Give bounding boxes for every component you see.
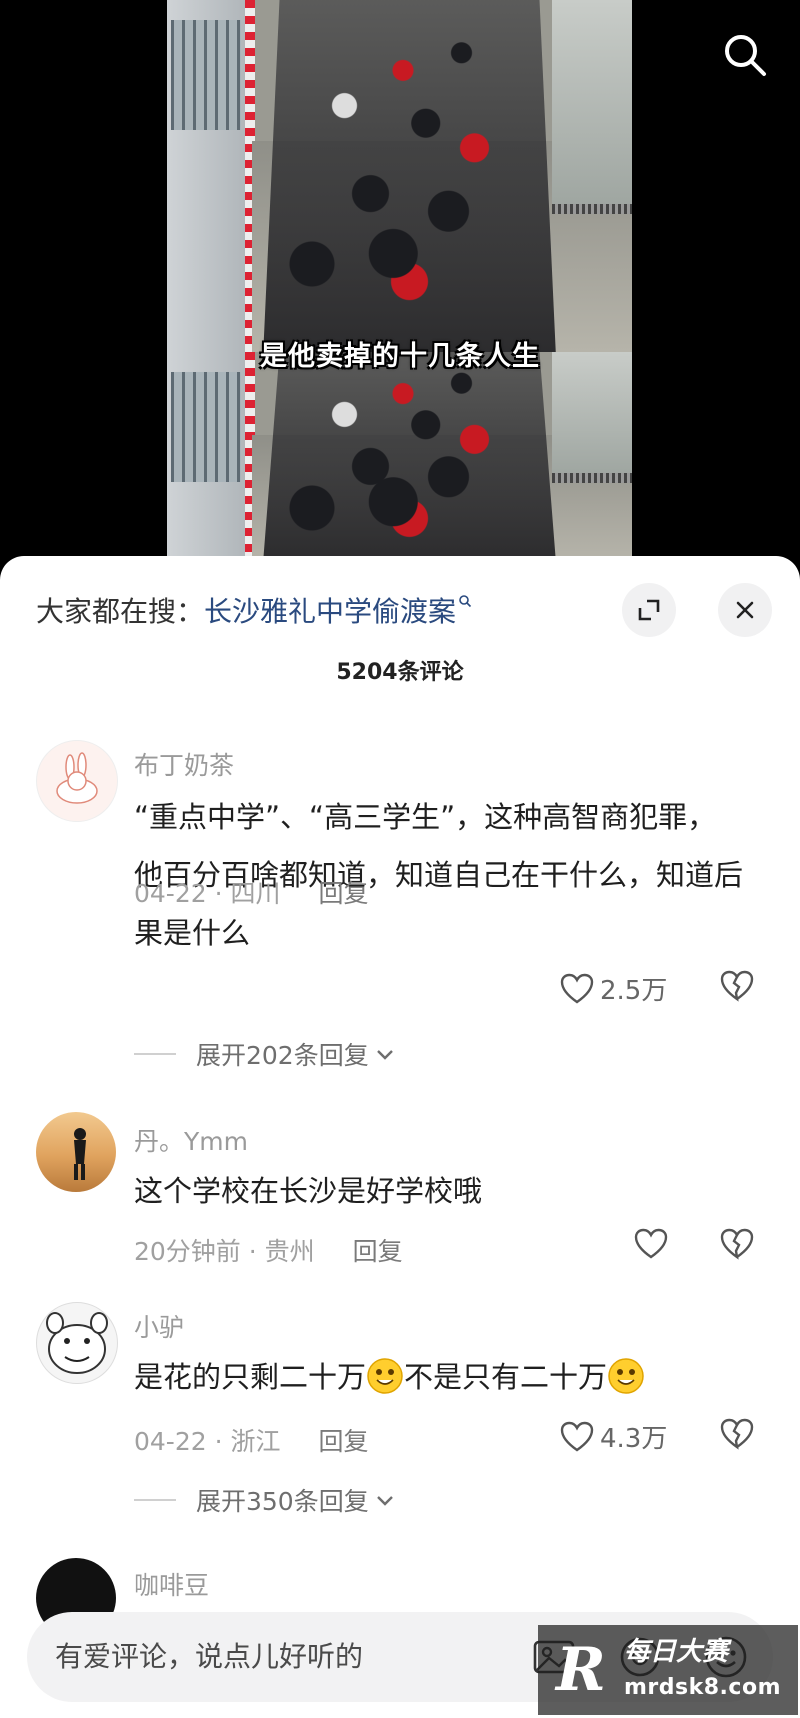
like-count: 2.5万 [600,976,668,1006]
expand-icon [638,599,660,621]
comment-meta: 04-22 · 四川 回复 [134,874,369,910]
comment-meta: 04-22 · 浙江 回复 [134,1422,369,1458]
like-count: 4.3万 [600,1424,668,1454]
comment-text: 是花的只剩二十万 不是只有二十万 [134,1348,744,1406]
dislike-button[interactable] [720,1418,754,1454]
search-small-icon [458,593,472,612]
trending-link[interactable]: 长沙雅礼中学偷渡案 [204,590,456,630]
heart-icon [634,1228,668,1259]
video-player[interactable]: 是他卖掉的十几条人生 [0,0,800,560]
smile-emoji-icon [366,1356,404,1394]
reply-button[interactable]: 回复 [319,874,369,910]
comment-count: 5204条评论 [336,660,464,685]
comment-text: 这个学校在长沙是好学校哦 [134,1174,483,1208]
avatar[interactable] [36,1302,118,1384]
smile-emoji-icon [607,1356,645,1394]
watermark-logo: R [556,1635,606,1705]
expand-replies[interactable]: 展开202条回复 [134,1036,397,1072]
like-button[interactable]: 2.5万 [560,970,667,1007]
reply-button[interactable]: 回复 [319,1422,369,1458]
trending-search: 大家都在搜： 长沙雅礼中学偷渡案 [36,586,472,634]
video-frame-top [167,0,632,352]
comment-sheet: 大家都在搜： 长沙雅礼中学偷渡案 5204条评论 布丁奶茶 “重点中学”、“高三… [0,556,800,1718]
close-button[interactable] [718,583,772,637]
comment-meta: 20分钟前 · 贵州 回复 [134,1232,403,1268]
close-icon [736,601,754,619]
chevron-down-icon [376,1050,393,1060]
heart-icon [560,1421,594,1451]
like-button[interactable]: 4.3万 [560,1418,667,1455]
chevron-down-icon [376,1496,393,1506]
video-frame-bottom [167,352,632,560]
expand-replies-label: 展开350条回复 [196,1487,369,1516]
comment-username[interactable]: 小驴 [134,1308,184,1344]
search-icon[interactable] [720,30,770,80]
watermark-url: mrdsk8.com [624,1675,781,1700]
comment-time-location: 04-22 · 四川 [134,879,281,908]
watermark-title: 每日大赛 [624,1637,729,1667]
comment-username[interactable]: 咖啡豆 [134,1566,209,1602]
comment-time-location: 04-22 · 浙江 [134,1427,281,1456]
comment-username[interactable]: 丹。Ymm [134,1122,248,1158]
broken-heart-icon [720,1418,754,1450]
watermark: R 每日大赛 mrdsk8.com [538,1625,798,1715]
expand-button[interactable] [622,583,676,637]
avatar[interactable] [36,740,118,822]
broken-heart-icon [720,1228,754,1260]
comment-input-placeholder: 有爱评论，说点儿好听的 [55,1640,364,1673]
dislike-button[interactable] [720,970,754,1006]
dislike-button[interactable] [720,1228,754,1264]
comment-text-part: 不是只有二十万 [404,1360,608,1394]
comment-text-part: 是花的只剩二十万 [134,1360,367,1394]
expand-replies-label: 展开202条回复 [196,1041,369,1070]
comment-time-location: 20分钟前 · 贵州 [134,1237,315,1266]
trending-label: 大家都在搜： [36,595,205,628]
like-button[interactable] [634,1228,674,1260]
video-subtitle: 是他卖掉的十几条人生 [260,341,540,372]
reply-button[interactable]: 回复 [353,1232,403,1268]
expand-replies[interactable]: 展开350条回复 [134,1482,397,1518]
heart-icon [560,973,594,1003]
comment-username[interactable]: 布丁奶茶 [134,746,234,782]
avatar[interactable] [36,1112,116,1192]
broken-heart-icon [720,970,754,1002]
